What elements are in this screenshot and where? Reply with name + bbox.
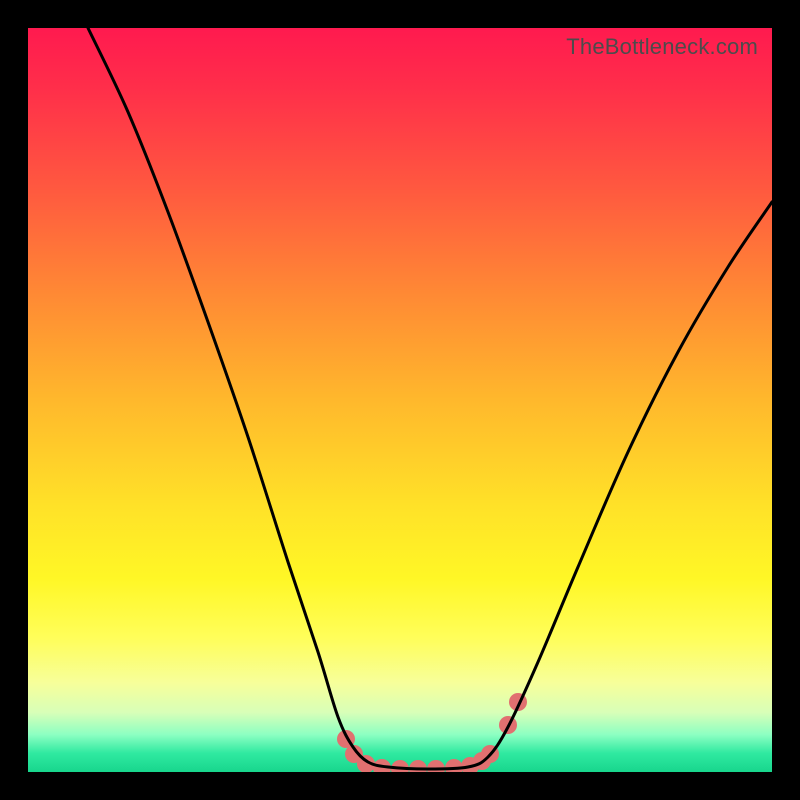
- curve-layer: [28, 28, 772, 772]
- chart-frame: TheBottleneck.com: [0, 0, 800, 800]
- trough-marker: [391, 760, 409, 772]
- watermark-text: TheBottleneck.com: [566, 34, 758, 60]
- plot-area: TheBottleneck.com: [28, 28, 772, 772]
- bottleneck-curve: [88, 28, 772, 769]
